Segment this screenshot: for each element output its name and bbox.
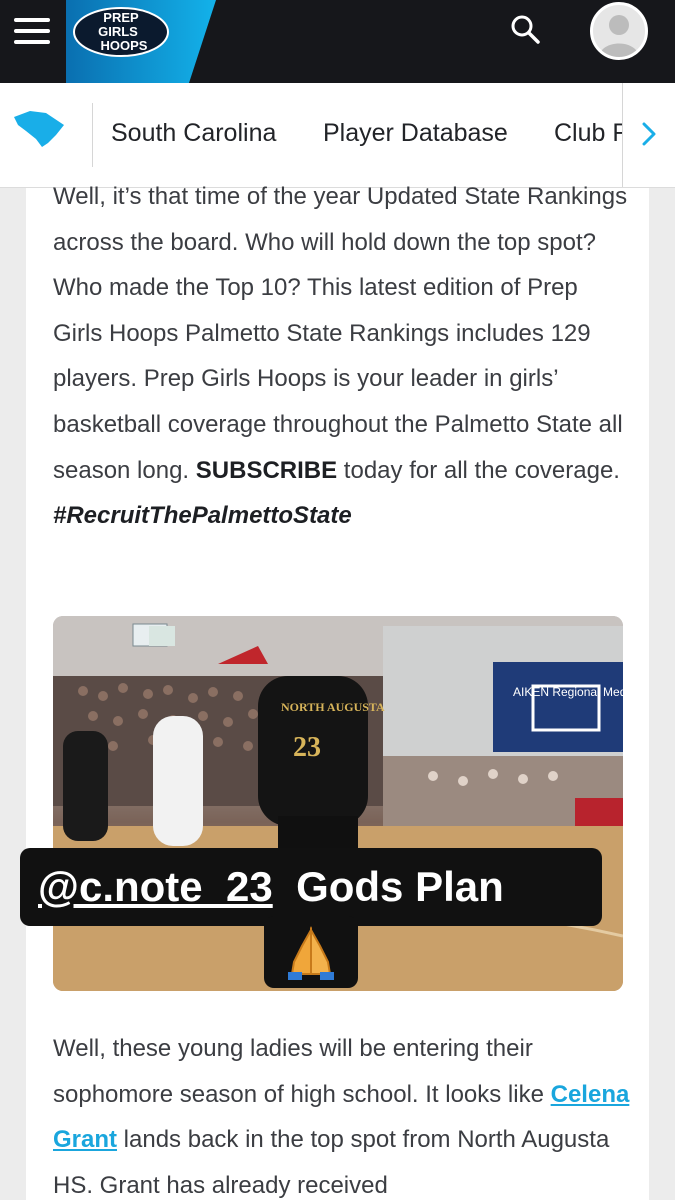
jersey-text: NORTH AUGUSTA xyxy=(281,700,385,714)
logo-line-2: GIRLS xyxy=(98,24,138,39)
para2-end: lands back in the top spot from North Au… xyxy=(53,1126,610,1199)
top-bar: PREP GIRLS HOOPS xyxy=(0,0,675,83)
nav-scroll: South Carolina Player Database Club R xyxy=(92,83,622,187)
nav-item-south-carolina[interactable]: South Carolina xyxy=(111,119,276,148)
article-card: Well, it’s that time of the year Updated… xyxy=(26,183,649,1200)
hashtag: #RecruitThePalmettoState xyxy=(53,502,352,530)
chevron-right-icon[interactable] xyxy=(641,121,657,147)
logo-line-1: PREP xyxy=(103,10,139,25)
para2-start: Well, these young ladies will be enterin… xyxy=(53,1035,551,1108)
subscribe-link[interactable]: SUBSCRIBE xyxy=(196,457,337,484)
user-avatar-icon[interactable] xyxy=(590,2,648,60)
caption-handle[interactable]: @c.note_23 xyxy=(38,863,273,910)
menu-icon[interactable] xyxy=(14,18,50,48)
south-carolina-map-icon[interactable] xyxy=(12,109,66,149)
nav-item-club[interactable]: Club R xyxy=(554,119,622,148)
article-intro-paragraph: Well, it’s that time of the year Updated… xyxy=(53,174,633,539)
subscribe-rest: today for all the coverage. xyxy=(337,456,620,484)
prep-girls-hoops-logo[interactable]: PREP GIRLS HOOPS xyxy=(72,6,170,58)
nav-next xyxy=(622,83,675,187)
caption-emoji-box xyxy=(264,916,358,988)
logo-line-3: HOOPS xyxy=(101,38,148,53)
nav-bar: South Carolina Player Database Club R xyxy=(0,83,675,188)
nav-item-player-database[interactable]: Player Database xyxy=(323,119,508,148)
caption-overlay: @c.note_23 Gods Plan xyxy=(20,848,602,926)
jersey-number: 23 xyxy=(293,732,321,763)
caption-text: Gods Plan xyxy=(296,863,504,910)
praying-hands-icon xyxy=(288,926,334,980)
article-second-paragraph: Well, these young ladies will be enterin… xyxy=(53,1026,633,1200)
search-icon[interactable] xyxy=(508,12,542,46)
intro-text: Well, it’s that time of the year Updated… xyxy=(53,183,628,484)
